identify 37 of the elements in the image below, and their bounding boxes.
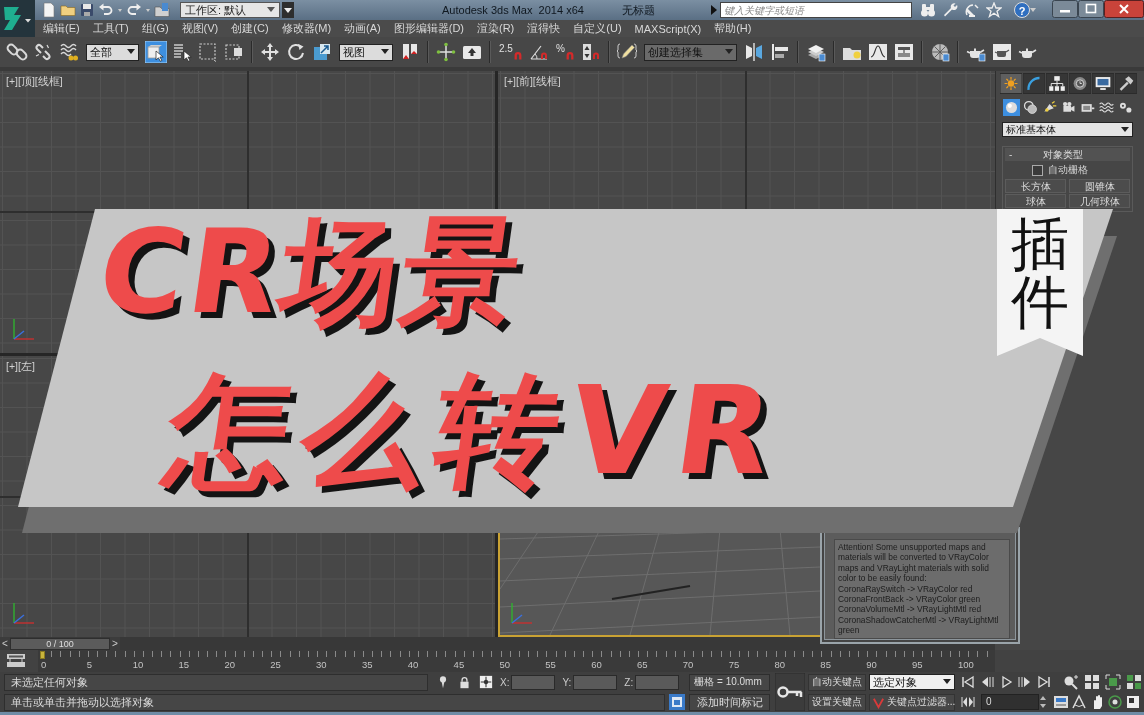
message-text: CoronaShadowCatcherMtl -> VRayLightMtl green <box>838 614 1000 636</box>
frame-number: 15 <box>178 659 191 670</box>
frame-number: 35 <box>361 659 374 670</box>
frame-number: 85 <box>820 659 832 670</box>
frame-number: 70 <box>682 659 695 670</box>
message-text: Attention! Some unsupported maps and materials will be converted to VRayColor maps and VRayLight materials with solid color to be easily found: <box>838 542 990 584</box>
coordinate-label: X: <box>500 676 510 688</box>
frame-number: 65 <box>636 659 649 670</box>
coordinate-label: Y: <box>562 676 572 688</box>
frame-number: 25 <box>270 659 282 670</box>
frame-number: 50 <box>499 659 511 670</box>
frame-number: 90 <box>866 659 878 670</box>
tag-label: 插件 <box>1011 215 1069 331</box>
frame-number: 75 <box>728 659 741 670</box>
frame-number: 45 <box>453 659 466 670</box>
window-title: Autodesk 3ds Max 2014 x64 <box>442 4 584 16</box>
frame-number: 100 <box>957 659 975 670</box>
frame-number: 20 <box>224 659 236 670</box>
frame-number: 5 <box>86 659 94 670</box>
coordinate-label: Z: <box>624 676 634 688</box>
frame-number: 0 <box>41 659 48 670</box>
message-text: CoronaFrontBack -> VRayColor green <box>838 594 982 605</box>
frame-number: 30 <box>316 659 328 670</box>
prompt-text: 单击或单击并拖动以选择对象 <box>4 693 665 711</box>
document-name: 无标题 <box>621 2 655 18</box>
frame-number: 40 <box>407 659 420 670</box>
frame-number: 95 <box>912 659 924 670</box>
message-text: CoronaVolumeMtl -> VRayLightMtl red <box>838 604 983 615</box>
checkbox-label: 自动栅格 <box>1048 163 1088 177</box>
frame-number: 80 <box>774 659 787 670</box>
grid-size-text: 栅格 = 10.0mm <box>689 673 771 691</box>
frame-number: 10 <box>132 659 145 670</box>
frame-number: 55 <box>545 659 557 670</box>
frame-number: 60 <box>591 659 603 670</box>
selection-status-text: 未选定任何对象 <box>4 673 428 691</box>
headline-text: CR场景 <box>92 214 531 330</box>
message-text: CoronaRaySwitch -> VRayColor red <box>838 583 974 595</box>
